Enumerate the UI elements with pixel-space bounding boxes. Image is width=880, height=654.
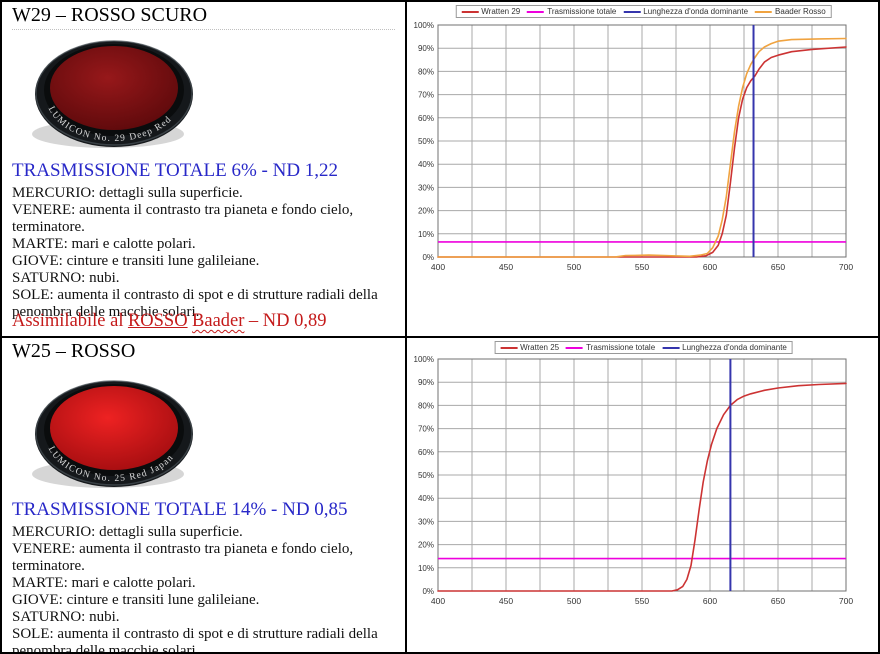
x-tick-label: 700 (839, 596, 853, 606)
y-tick-label: 40% (418, 494, 434, 503)
y-tick-label: 50% (418, 137, 434, 146)
transmission-chart-w29: 0% 10% 20% 30% 40% 50% 60% 70% 80% 90% 100% 400 450 5… (407, 4, 880, 284)
y-tick-label: 0% (422, 253, 434, 262)
chart-legend-w29: Wratten 29 Trasmissione totale Lunghezza d… (455, 5, 831, 18)
y-tick-label: 90% (418, 378, 434, 387)
filter-photo-w25: LUMICON No. 25 Red Japan (26, 368, 236, 498)
y-tick-label: 10% (418, 230, 434, 239)
transmission-heading-w29: TRASMISSIONE TOTALE 6% - ND 1,22 (12, 160, 399, 182)
filter-photo-w29: LUMICON No. 29 Deep Red (26, 28, 236, 158)
note-saturno: SATURNO: nubi. (12, 609, 393, 626)
y-tick-label: 100% (414, 21, 434, 30)
planet-notes-w29: MERCURIO: dettagli sulla superficie. VEN… (12, 185, 393, 321)
y-tick-label: 80% (418, 401, 434, 410)
y-tick-label: 20% (418, 207, 434, 216)
note-giove: GIOVE: cinture e transiti lune galileian… (12, 253, 393, 270)
row-divider (2, 336, 880, 338)
legend-swatch (566, 347, 583, 349)
x-tick-label: 400 (431, 262, 445, 272)
legend-label: Trasmissione totale (586, 343, 655, 352)
baader-equivalence-note: Assimilabile alROSSOBaader– ND 0,89 (12, 311, 326, 332)
legend-swatch (662, 347, 679, 349)
section-title-w29: W29 – ROSSO SCURO (12, 4, 395, 30)
legend-item: Trasmissione totale (566, 343, 655, 352)
legend-swatch (623, 11, 640, 13)
legend-item: Wratten 29 (461, 7, 520, 16)
y-tick-label: 20% (418, 541, 434, 550)
x-tick-label: 700 (839, 262, 853, 272)
planet-notes-w25: MERCURIO: dettagli sulla superficie. VEN… (12, 524, 393, 654)
legend-label: Baader Rosso (775, 7, 826, 16)
legend-item: Lunghezza d'onda dominante (662, 343, 787, 352)
note-saturno: SATURNO: nubi. (12, 270, 393, 287)
y-tick-label: 30% (418, 517, 434, 526)
legend-label: Wratten 25 (520, 343, 559, 352)
y-tick-label: 40% (418, 160, 434, 169)
x-tick-label: 450 (499, 262, 513, 272)
x-tick-label: 400 (431, 596, 445, 606)
legend-item: Lunghezza d'onda dominante (623, 7, 748, 16)
x-tick-label: 650 (771, 262, 785, 272)
filter-comparison-page: W29 – ROSSO SCURO LUMICON No. 29 Deep Re… (0, 0, 880, 654)
note-venere: VENERE: aumenta il contrasto tra pianeta… (12, 541, 393, 575)
chart-cell-w25: 0% 10% 20% 30% 40% 50% 60% 70% 80% 90% 100% 400 450 5… (407, 338, 880, 654)
x-tick-label: 600 (703, 596, 717, 606)
x-tick-label: 500 (567, 596, 581, 606)
legend-item: Trasmissione totale (527, 7, 616, 16)
filter-glass (50, 46, 178, 130)
legend-swatch (500, 347, 517, 349)
y-tick-label: 70% (418, 425, 434, 434)
chart-legend-w25: Wratten 25 Trasmissione totale Lunghezza d… (494, 341, 793, 354)
note-marte: MARTE: mari e calotte polari. (12, 575, 393, 592)
section-title-w25: W25 – ROSSO (12, 340, 395, 363)
note-mercurio: MERCURIO: dettagli sulla superficie. (12, 524, 393, 541)
y-tick-label: 70% (418, 91, 434, 100)
note-mercurio: MERCURIO: dettagli sulla superficie. (12, 185, 393, 202)
note-venere: VENERE: aumenta il contrasto tra pianeta… (12, 202, 393, 236)
x-tick-label: 550 (635, 262, 649, 272)
chart-cell-w29: 0% 10% 20% 30% 40% 50% 60% 70% 80% 90% 100% 400 450 5… (407, 4, 880, 334)
y-tick-label: 80% (418, 67, 434, 76)
y-tick-label: 60% (418, 448, 434, 457)
legend-swatch (755, 11, 772, 13)
section-w29: W29 – ROSSO SCURO LUMICON No. 29 Deep Re… (4, 4, 403, 334)
y-tick-label: 30% (418, 183, 434, 192)
y-tick-label: 10% (418, 564, 434, 573)
column-divider (405, 2, 407, 654)
transmission-heading-w25: TRASMISSIONE TOTALE 14% - ND 0,85 (12, 499, 399, 521)
legend-label: Wratten 29 (481, 7, 520, 16)
y-tick-label: 100% (414, 355, 434, 364)
legend-label: Trasmissione totale (547, 7, 616, 16)
legend-item: Baader Rosso (755, 7, 826, 16)
filter-glass (50, 386, 178, 470)
x-tick-label: 500 (567, 262, 581, 272)
legend-label: Lunghezza d'onda dominante (643, 7, 748, 16)
legend-swatch (527, 11, 544, 13)
legend-item: Wratten 25 (500, 343, 559, 352)
x-tick-label: 650 (771, 596, 785, 606)
legend-label: Lunghezza d'onda dominante (682, 343, 787, 352)
note-giove: GIOVE: cinture e transiti lune galileian… (12, 592, 393, 609)
x-tick-label: 450 (499, 596, 513, 606)
transmission-chart-w25: 0% 10% 20% 30% 40% 50% 60% 70% 80% 90% 100% 400 450 5… (407, 338, 880, 618)
y-tick-label: 90% (418, 44, 434, 53)
legend-swatch (461, 11, 478, 13)
x-tick-label: 550 (635, 596, 649, 606)
note-sole: SOLE: aumenta il contrasto di spot e di … (12, 626, 393, 654)
y-tick-label: 60% (418, 114, 434, 123)
y-tick-label: 0% (422, 587, 434, 596)
section-w25: W25 – ROSSO LUMICON No. 25 Red Japan TRA… (4, 338, 403, 654)
x-tick-label: 600 (703, 262, 717, 272)
y-tick-label: 50% (418, 471, 434, 480)
note-marte: MARTE: mari e calotte polari. (12, 236, 393, 253)
